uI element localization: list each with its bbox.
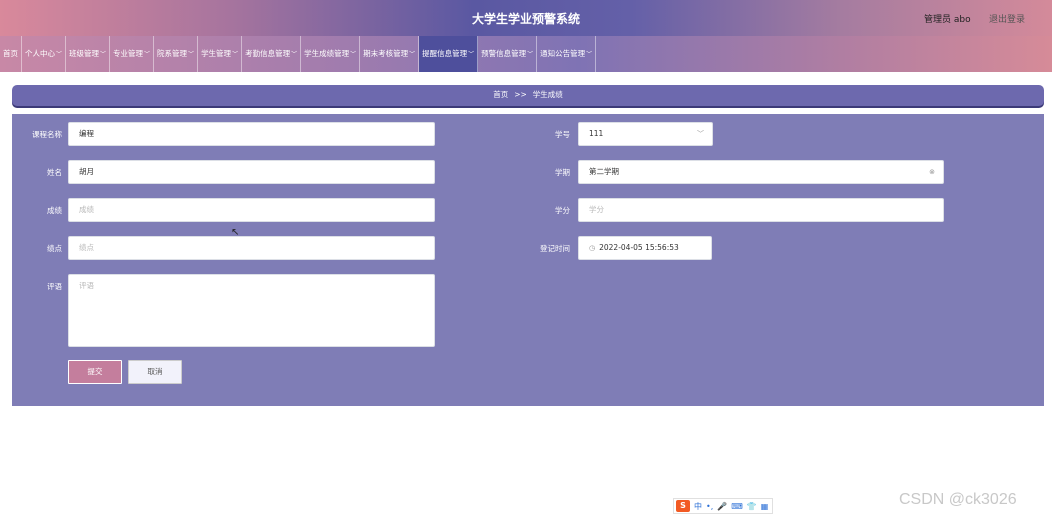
- toolbox-icon[interactable]: ▦: [761, 502, 769, 511]
- logout-link[interactable]: 退出登录: [989, 12, 1025, 25]
- gpa-input[interactable]: 绩点: [68, 236, 435, 260]
- sogou-logo-icon[interactable]: S: [676, 500, 690, 512]
- nav-item-reminder[interactable]: 提醒信息管理﹀: [419, 36, 479, 72]
- credit-input[interactable]: 学分: [578, 198, 944, 222]
- current-user: 管理员 abo: [924, 15, 971, 25]
- cancel-button[interactable]: 取消: [128, 360, 182, 384]
- app-title: 大学生学业预警系统: [471, 12, 580, 26]
- nav-item-home[interactable]: 首页: [0, 36, 22, 72]
- score-label: 成绩: [47, 206, 62, 215]
- course-label: 课程名称: [32, 130, 62, 139]
- student-no-label: 学号: [555, 130, 570, 139]
- record-time-label: 登记时间: [540, 244, 570, 253]
- score-form: 课程名称 编程 学号 111 ﹀ 姓名 胡月 学期 第二学期 ⊗ 成绩 成绩 学分 …: [12, 114, 1044, 406]
- record-time-picker[interactable]: ◷ 2022-04-05 15:56:53: [578, 236, 712, 260]
- clock-icon: ◷: [589, 244, 596, 252]
- breadcrumb: 首页 >> 学生成绩: [12, 85, 1044, 106]
- chevron-down-icon: ﹀: [586, 51, 593, 58]
- score-input[interactable]: 成绩: [68, 198, 435, 222]
- microphone-icon[interactable]: 🎤: [717, 502, 727, 511]
- skin-icon[interactable]: 👕: [747, 502, 757, 511]
- chevron-down-icon: ﹀: [291, 51, 298, 58]
- ime-toolbar[interactable]: S 中 •, 🎤 ⌨ 👕 ▦: [673, 498, 773, 514]
- punctuation-icon[interactable]: •,: [706, 502, 713, 511]
- chevron-down-icon: ﹀: [409, 51, 416, 58]
- nav-item-class[interactable]: 班级管理﹀: [66, 36, 111, 72]
- chevron-down-icon: ﹀: [350, 51, 357, 58]
- course-input[interactable]: 编程: [68, 122, 435, 146]
- chinese-mode-icon[interactable]: 中: [694, 501, 702, 512]
- term-select[interactable]: 第二学期 ⊗: [578, 160, 944, 184]
- header-bar: 大学生学业预警系统 管理员 abo 退出登录: [0, 0, 1052, 36]
- nav-item-major[interactable]: 专业管理﹀: [110, 36, 155, 72]
- nav-item-student[interactable]: 学生管理﹀: [198, 36, 243, 72]
- watermark: CSDN @ck3026: [899, 491, 1017, 508]
- term-label: 学期: [555, 168, 570, 177]
- clear-icon[interactable]: ⊗: [929, 161, 935, 183]
- nav-item-attendance[interactable]: 考勤信息管理﹀: [242, 36, 302, 72]
- name-input[interactable]: 胡月: [68, 160, 435, 184]
- breadcrumb-separator: >>: [514, 90, 527, 99]
- chevron-down-icon: ﹀: [144, 51, 151, 58]
- name-label: 姓名: [47, 168, 62, 177]
- chevron-down-icon: ﹀: [527, 51, 534, 58]
- mouse-cursor-icon: ↖: [231, 227, 240, 238]
- comment-textarea[interactable]: 评语: [68, 274, 435, 347]
- breadcrumb-home[interactable]: 首页: [493, 90, 508, 99]
- nav-item-final-exam[interactable]: 期末考核管理﹀: [360, 36, 420, 72]
- keyboard-icon[interactable]: ⌨: [731, 502, 743, 511]
- main-nav: 首页 个人中心﹀ 班级管理﹀ 专业管理﹀ 院系管理﹀ 学生管理﹀ 考勤信息管理﹀…: [0, 36, 1052, 72]
- chevron-down-icon: ﹀: [188, 51, 195, 58]
- nav-item-department[interactable]: 院系管理﹀: [154, 36, 199, 72]
- student-no-select[interactable]: 111 ﹀: [578, 122, 713, 146]
- submit-button[interactable]: 提交: [68, 360, 122, 384]
- gpa-label: 绩点: [47, 244, 62, 253]
- breadcrumb-current: 学生成绩: [532, 90, 563, 99]
- chevron-down-icon: ﹀: [56, 51, 63, 58]
- nav-item-personal-center[interactable]: 个人中心﹀: [22, 36, 67, 72]
- chevron-down-icon: ﹀: [232, 51, 239, 58]
- nav-item-notice[interactable]: 通知公告管理﹀: [537, 36, 597, 72]
- nav-item-warning[interactable]: 预警信息管理﹀: [478, 36, 538, 72]
- chevron-down-icon: ﹀: [697, 130, 704, 138]
- credit-label: 学分: [555, 206, 570, 215]
- nav-item-score[interactable]: 学生成绩管理﹀: [301, 36, 361, 72]
- chevron-down-icon: ﹀: [100, 51, 107, 58]
- chevron-down-icon: ﹀: [468, 51, 475, 58]
- comment-label: 评语: [47, 282, 62, 291]
